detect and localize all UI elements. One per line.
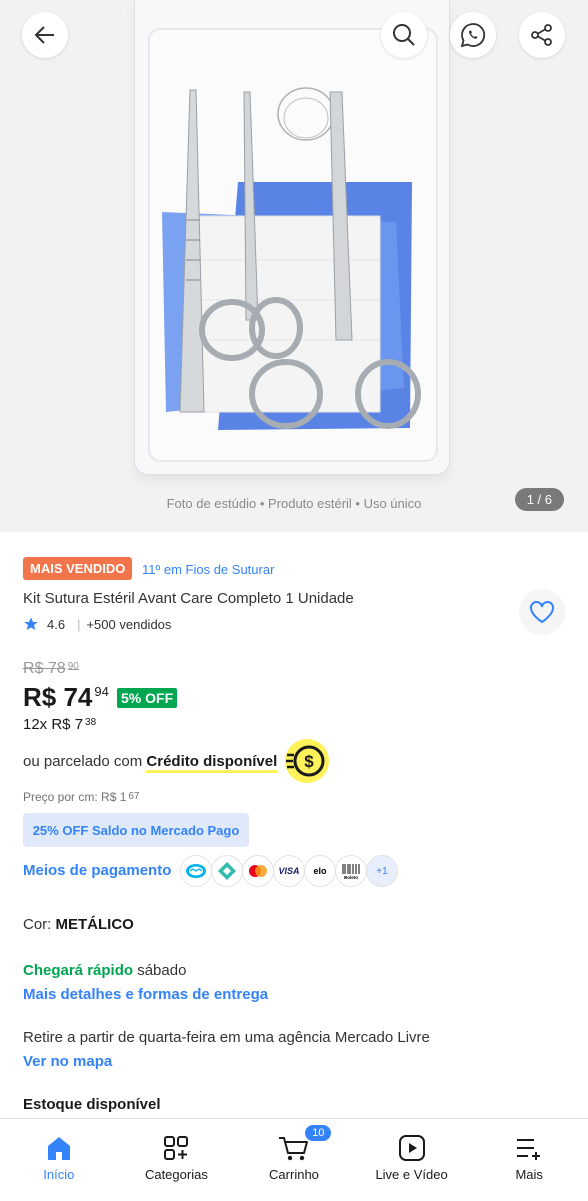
sold-count: +500 vendidos [86,616,172,632]
mercado-pago-offer[interactable]: 25% OFF Saldo no Mercado Pago [23,813,249,847]
share-icon [531,24,552,46]
credit-coin-icon: $ [285,739,329,783]
price-per-cm: Preço por cm: R$ 1 67 [23,790,140,804]
installments: 12x R$ 7 38 [23,716,97,733]
discount-badge: 5% OFF [117,688,178,708]
tab-carrinho[interactable]: 10 Carrinho [235,1119,353,1201]
image-counter: 1 / 6 [514,488,564,511]
categories-icon [164,1136,189,1160]
rating-value: 4.6 [47,616,66,632]
visa-icon: VISA [273,855,305,887]
whatsapp-icon [460,23,486,48]
original-price: R$ 78 90 [23,660,79,677]
best-seller-badge: MAIS VENDIDO [23,557,133,580]
mastercard-icon [242,855,274,887]
product-title: Kit Sutura Estéril Avant Care Completo 1… [23,590,354,607]
color-variant[interactable]: Cor: METÁLICO [23,916,134,933]
surgical-kit-illustration [162,87,421,430]
see-map-link[interactable]: Ver no mapa [23,1053,112,1070]
search-button[interactable] [381,12,427,58]
current-price: R$ 74 94 [23,682,109,712]
payment-methods-link[interactable]: Meios de pagamento [23,862,171,879]
tab-categorias[interactable]: Categorias [118,1119,236,1201]
boleto-icon: Boleto [335,855,367,887]
tab-mais[interactable]: Mais [470,1119,588,1201]
back-arrow-icon [34,26,54,44]
whatsapp-button[interactable] [450,12,496,58]
tab-live-video[interactable]: Live e Vídeo [353,1119,471,1201]
elo-icon: elo [304,855,336,887]
payment-icons[interactable]: VISA elo Boleto +1 [180,855,398,887]
svg-text:$: $ [304,752,314,771]
search-icon [393,24,415,46]
tab-inicio[interactable]: Início [0,1119,118,1201]
more-payment-methods[interactable]: +1 [366,855,398,887]
shipping-details-link[interactable]: Mais detalhes e formas de entrega [23,986,268,1003]
image-caption: Foto de estúdio • Produto estéril • Uso … [166,496,422,511]
home-icon [47,1137,70,1160]
play-video-icon [398,1135,425,1161]
separator: | [77,616,81,632]
category-ranking-link[interactable]: 11º em Fios de Suturar [142,562,274,577]
pix-icon [211,855,243,887]
credit-label: Crédito disponível [146,753,278,773]
mercadopago-icon [180,855,212,887]
bottom-tab-bar: Início Categorias 10 Carrinho Live e Víd… [0,1118,588,1201]
svg-text:Boleto: Boleto [344,875,358,880]
favorite-button[interactable] [519,589,565,635]
rating-row[interactable]: 4.6 | +500 vendidos [23,616,171,632]
credit-offer[interactable]: ou parcelado com Crédito disponível [23,753,278,773]
star-icon [24,617,38,630]
cart-count-badge: 10 [303,1123,334,1143]
pickup-info: Retire a partir de quarta-feira em uma a… [23,1029,430,1046]
stock-heading: Estoque disponível [23,1096,161,1113]
heart-icon [530,601,554,624]
menu-plus-icon [517,1139,541,1160]
shipping-estimate: Chegará rápido sábado [23,962,187,979]
share-button[interactable] [519,12,565,58]
back-button[interactable] [22,12,68,58]
product-image-gallery[interactable]: Foto de estúdio • Produto estéril • Uso … [0,0,588,532]
